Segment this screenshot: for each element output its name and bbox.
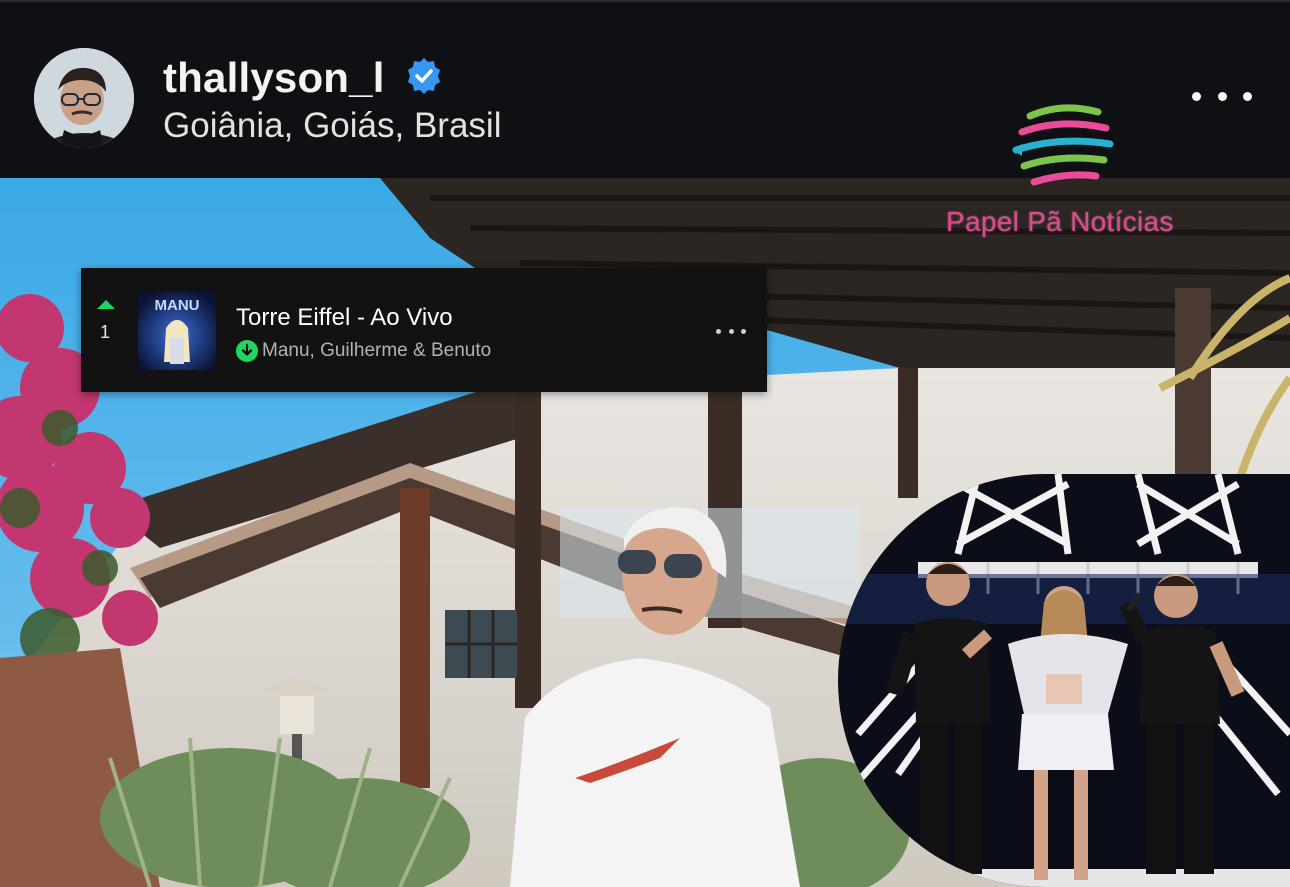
username[interactable]: thallyson_l	[163, 54, 385, 102]
rank-up-icon	[97, 300, 115, 309]
cover-title: MANU	[155, 297, 200, 314]
more-options-icon[interactable]	[1192, 82, 1252, 110]
track-rank: 1	[100, 322, 111, 342]
more-options-icon[interactable]	[716, 324, 746, 338]
track-artists[interactable]: Manu, Guilherme & Benuto	[262, 340, 491, 362]
post-location[interactable]: Goiânia, Goiás, Brasil	[163, 106, 501, 146]
avatar[interactable]	[34, 48, 134, 148]
verified-badge-icon	[404, 56, 444, 96]
track-title[interactable]: Torre Eiffel - Ao Vivo	[236, 304, 453, 332]
watermark-text: Papel Pã Notícias	[946, 206, 1174, 237]
watermark-logo-icon	[1010, 102, 1114, 198]
inset-photo	[838, 474, 1290, 887]
downloaded-icon	[236, 340, 258, 362]
album-cover[interactable]: MANU	[138, 292, 216, 370]
